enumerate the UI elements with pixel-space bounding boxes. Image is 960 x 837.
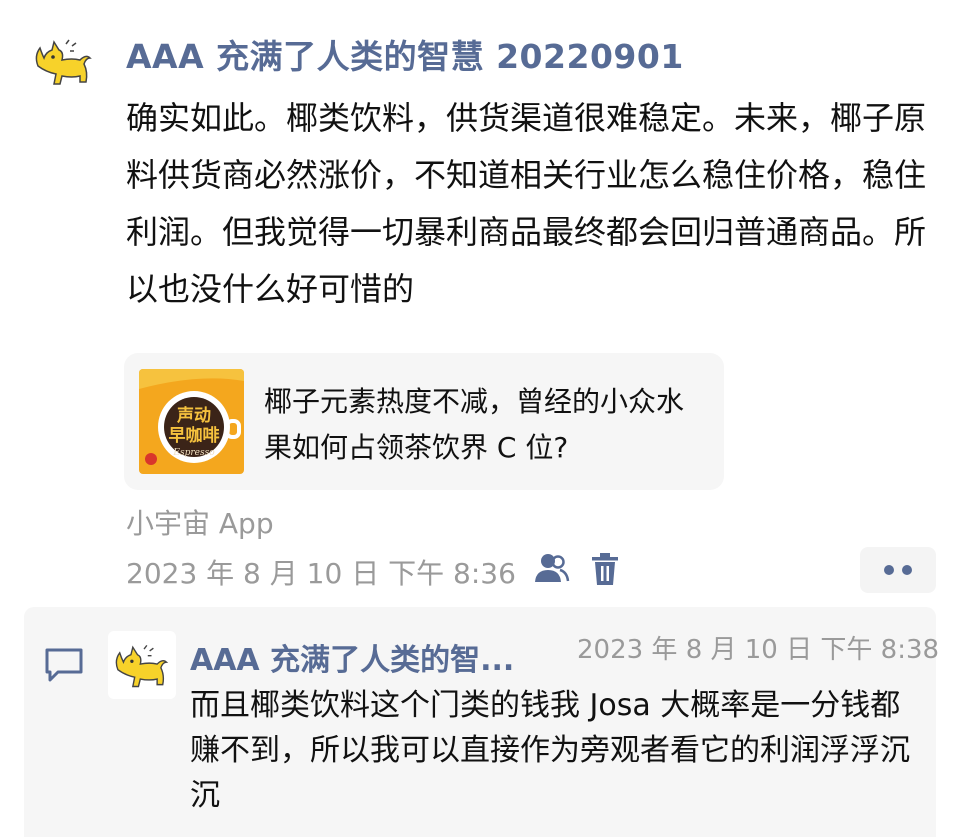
thumb-text-line2: 早咖啡 bbox=[169, 425, 220, 446]
people-icon[interactable] bbox=[532, 552, 570, 586]
yellow-cat-icon bbox=[115, 644, 169, 688]
more-button[interactable] bbox=[860, 547, 936, 593]
post-author-name[interactable]: AAA 充满了人类的智慧 20220901 bbox=[126, 30, 684, 78]
comment-text[interactable]: 而且椰类饮料这个门类的钱我 Josa 大概率是一分钱都赚不到，所以我可以直接作为… bbox=[190, 683, 920, 818]
comment-author-name[interactable]: AAA 充满了人类的智... bbox=[190, 635, 514, 679]
trash-icon[interactable] bbox=[590, 552, 620, 586]
yellow-cat-icon bbox=[35, 39, 92, 85]
link-title: 椰子元素热度不减，曾经的小众水果如何占领茶饮界 C 位? bbox=[264, 385, 685, 464]
comment-author-avatar[interactable] bbox=[108, 631, 176, 699]
post-text: 确实如此。椰类饮料，供货渠道很难稳定。未来，椰子原料供货商必然涨价，不知道相关行… bbox=[126, 99, 927, 308]
podcast-thumbnail: 声动 早咖啡 Espresso bbox=[139, 369, 244, 474]
thumb-script: Espresso bbox=[172, 448, 215, 458]
more-dots-icon bbox=[884, 565, 912, 575]
comment-bubble-icon bbox=[44, 647, 84, 683]
shared-link-card[interactable]: 声动 早咖啡 Espresso 椰子元素热度不减，曾经的小众水果如何占领茶饮界 … bbox=[124, 353, 724, 490]
thumb-text-line1: 声动 bbox=[176, 405, 211, 426]
post-time: 2023 年 8 月 10 日 下午 8:36 bbox=[126, 557, 516, 590]
comment-time: 2023 年 8 月 10 日 下午 8:38 bbox=[577, 635, 940, 665]
source-app[interactable]: 小宇宙 App bbox=[126, 502, 274, 542]
comment-section: AAA 充满了人类的智... 2023 年 8 月 10 日 下午 8:38 而… bbox=[24, 607, 940, 837]
author-avatar[interactable] bbox=[32, 36, 96, 92]
